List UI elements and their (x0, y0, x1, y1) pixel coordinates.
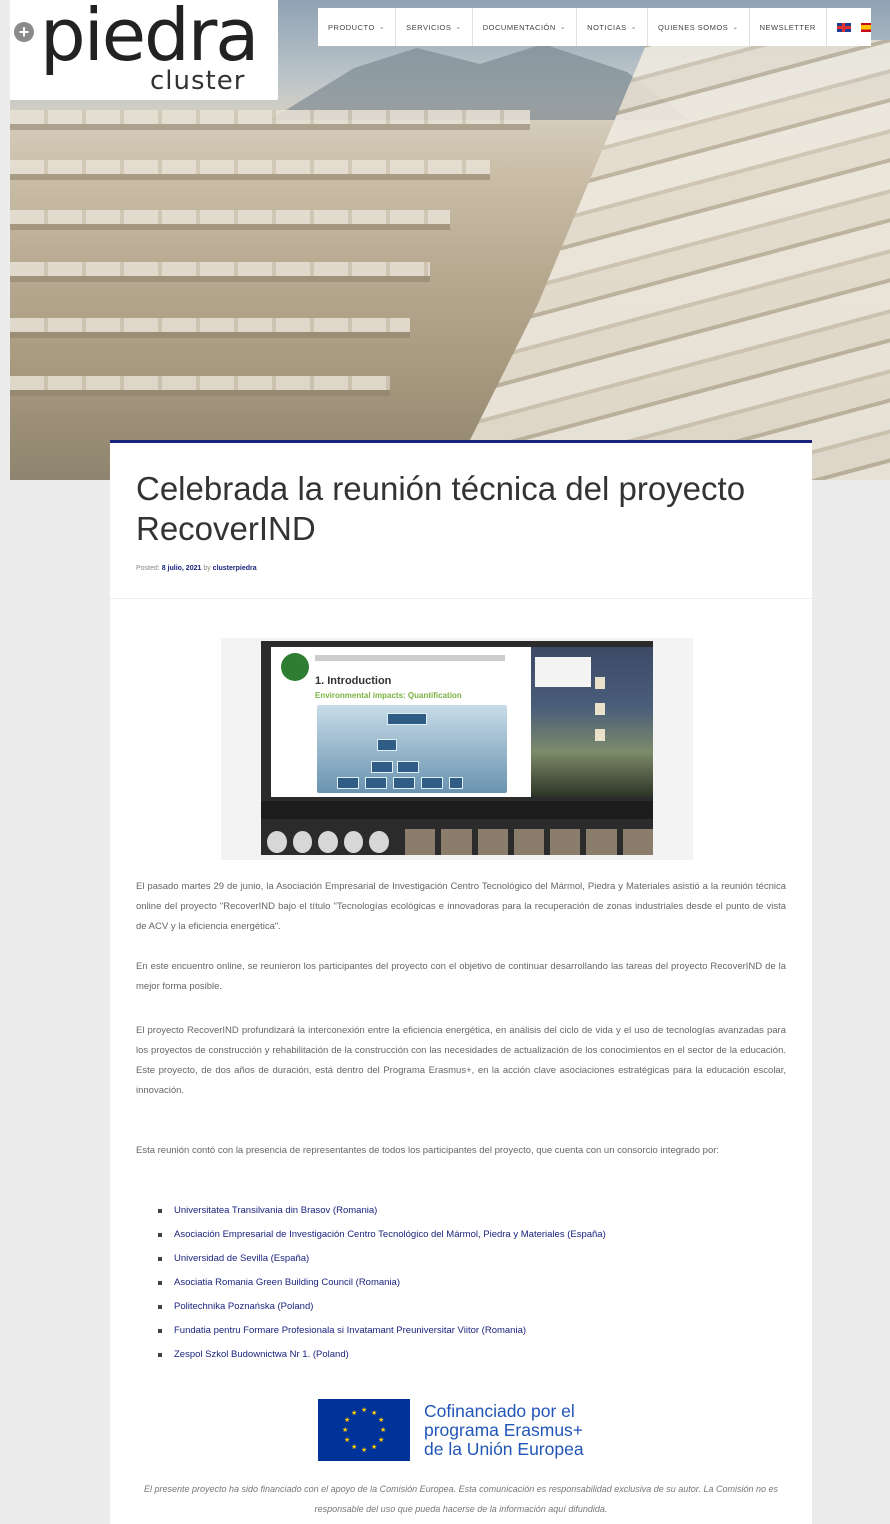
chevron-down-icon: ⌄ (378, 24, 386, 31)
list-item[interactable]: Zespol Szkol Budownictwa Nr 1. (Poland) (158, 1343, 606, 1367)
list-item[interactable]: Asociatia Romania Green Building Council… (158, 1271, 606, 1295)
nav-item-label: NEWSLETTER (759, 22, 816, 32)
article-paragraph: En este encuentro online, se reunieron l… (136, 961, 786, 992)
eu-cofunding-text: Cofinanciado por el programa Erasmus+ de… (424, 1400, 584, 1459)
avatar (369, 831, 389, 853)
language-switcher (827, 8, 871, 46)
nav-item-servicios[interactable]: SERVICIOS ⌄ (396, 8, 473, 46)
article-author-link[interactable]: clusterpiedra (213, 565, 257, 572)
list-item[interactable]: Universitatea Transilvania din Brasov (R… (158, 1199, 606, 1223)
screenshot-frame: 1. Introduction Environmental impacts: Q… (261, 641, 653, 855)
avatar (267, 831, 287, 853)
logo-subtitle: cluster (150, 66, 246, 96)
meeting-window (535, 657, 591, 687)
list-item[interactable]: Universidad de Sevilla (España) (158, 1247, 606, 1271)
participant-camera (441, 829, 472, 855)
chevron-down-icon: ⌄ (559, 24, 567, 31)
participant-camera (477, 829, 508, 855)
article-date-link[interactable]: 8 julio, 2021 (162, 565, 202, 572)
en-flag-icon[interactable] (836, 22, 851, 32)
participant-camera (550, 829, 581, 855)
chevron-down-icon: ⌄ (455, 24, 462, 31)
eu-disclaimer: El presente proyecto ha sido financiado … (143, 1484, 779, 1514)
erasmus-cofunding-logo: ★ ★ ★ ★ ★ ★ ★ ★ ★ ★ ★ ★ Cofinanciado por… (318, 1399, 584, 1461)
meta-prefix: Posted: (136, 565, 162, 572)
avatar (292, 831, 313, 853)
taskbar (261, 801, 653, 819)
article-meta: Posted: 8 julio, 2021 by clusterpiedra (136, 565, 257, 572)
nav-item-noticias[interactable]: NOTICIAS ⌄ (577, 8, 648, 46)
avatar (318, 831, 338, 853)
article-paragraph: Esta reunión contó con la presencia de r… (136, 1145, 720, 1156)
nav-item-label: DOCUMENTACIÓN (482, 22, 556, 32)
list-item[interactable]: Asociación Empresarial de Investigación … (158, 1223, 606, 1247)
participant-camera (513, 829, 545, 855)
nav-item-label: PRODUCTO (328, 22, 375, 32)
divider (110, 598, 812, 599)
site-logo[interactable]: + piedra cluster (10, 0, 278, 100)
eu-text-line: programa Erasmus+ (424, 1419, 584, 1440)
article-title: Celebrada la reunión técnica del proyect… (136, 470, 746, 547)
desktop-background (531, 647, 653, 797)
meta-by: by (201, 565, 213, 572)
slide-diagram (317, 705, 507, 793)
chevron-down-icon: ⌄ (732, 24, 739, 31)
es-flag-icon[interactable] (860, 22, 871, 32)
avatar (343, 831, 364, 853)
slide-subheading: Environmental impacts: Quantification (315, 691, 462, 700)
nav-item-label: SERVICIOS (406, 22, 452, 32)
nav-item-newsletter[interactable]: NEWSLETTER (750, 8, 827, 46)
meeting-screenshot-image: 1. Introduction Environmental impacts: Q… (221, 638, 693, 860)
nav-item-label: QUIENES SOMOS (657, 22, 729, 32)
nav-item-documentacion[interactable]: DOCUMENTACIÓN ⌄ (473, 8, 578, 46)
plus-icon: + (14, 22, 34, 42)
project-logo-icon (281, 653, 309, 681)
slide: 1. Introduction Environmental impacts: Q… (271, 647, 531, 797)
nav-item-quienes-somos[interactable]: QUIENES SOMOS ⌄ (648, 8, 750, 46)
slide-header (315, 655, 505, 661)
nav-item-producto[interactable]: PRODUCTO ⌄ (318, 8, 397, 46)
list-item[interactable]: Fundatia pentru Formare Profesionala si … (158, 1319, 606, 1343)
partners-list: Universitatea Transilvania din Brasov (R… (158, 1199, 606, 1367)
article-card: Celebrada la reunión técnica del proyect… (110, 440, 812, 1524)
eu-text-line: de la Unión Europea (424, 1438, 584, 1459)
chevron-down-icon: ⌄ (630, 24, 637, 31)
participant-camera (622, 829, 653, 855)
eu-text-line: Cofinanciado por el (424, 1400, 575, 1421)
eu-flag-icon: ★ ★ ★ ★ ★ ★ ★ ★ ★ ★ ★ ★ (318, 1399, 410, 1461)
main-nav: PRODUCTO ⌄ SERVICIOS ⌄ DOCUMENTACIÓN ⌄ NOTI… (318, 8, 871, 46)
article-paragraph: El pasado martes 29 de junio, la Asociac… (136, 881, 786, 932)
article-paragraph: El proyecto RecoverIND profundizará la i… (136, 1025, 786, 1096)
participant-camera (586, 829, 617, 855)
participant-videos (261, 829, 653, 855)
list-item[interactable]: Politechnika Poznańska (Poland) (158, 1295, 606, 1319)
participant-camera (404, 829, 436, 855)
nav-item-label: NOTICIAS (587, 22, 627, 32)
slide-heading: 1. Introduction (315, 675, 392, 687)
